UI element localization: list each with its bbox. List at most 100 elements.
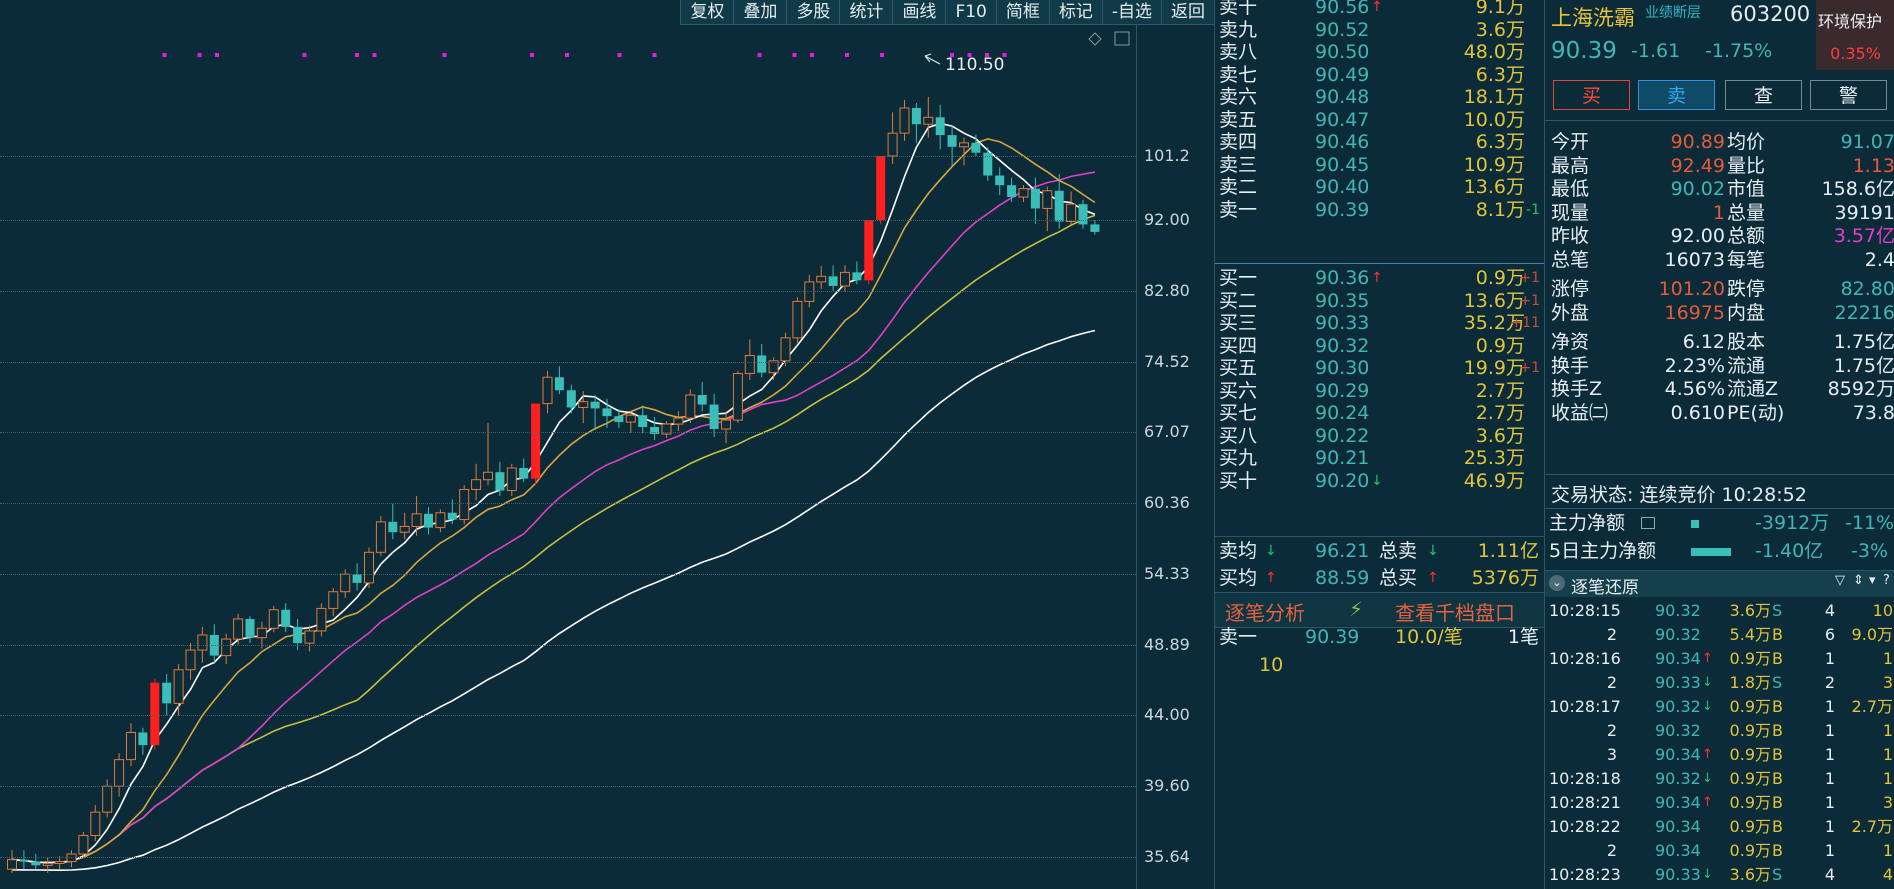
candle-body[interactable] bbox=[459, 488, 470, 521]
candle-body[interactable] bbox=[1078, 204, 1088, 225]
candle-body[interactable] bbox=[173, 669, 184, 704]
main-flow-row[interactable]: 主力净额 -3912万 -11% bbox=[1545, 509, 1894, 537]
toolbar-overlay-button[interactable]: 叠加 bbox=[733, 0, 787, 25]
toolbar-mark-button[interactable]: 标记 bbox=[1048, 0, 1102, 25]
kline-chart-area[interactable]: 101.2 92.00 82.80 74.52 67.07 60.36 54.33 48.89… bbox=[0, 0, 1214, 889]
tick-row[interactable]: 10:28:21 90.34 ↑ 0.9万 B 1 3 bbox=[1545, 791, 1894, 815]
tick-row[interactable]: 10:28:15 90.32 3.6万 S 4 10 bbox=[1545, 599, 1894, 623]
stock-tag[interactable]: 业绩断层 bbox=[1645, 2, 1701, 22]
candle-body[interactable] bbox=[542, 376, 553, 405]
candle-body[interactable] bbox=[424, 513, 433, 528]
candle-body[interactable] bbox=[42, 862, 53, 866]
settings-icon[interactable]: ▾ bbox=[1869, 573, 1876, 588]
candle-body[interactable] bbox=[625, 414, 636, 423]
candle-body[interactable] bbox=[1066, 203, 1077, 222]
candle-body[interactable] bbox=[90, 811, 101, 836]
tick-row[interactable]: 10:28:18 90.32 ↓ 0.9万 B 1 1 bbox=[1545, 767, 1894, 791]
candle-body[interactable] bbox=[399, 525, 410, 533]
tick-row[interactable]: 10:28:17 90.32 ↓ 0.9万 B 1 2.7万 bbox=[1545, 695, 1894, 719]
candle-body[interactable] bbox=[744, 354, 755, 375]
candle-body[interactable] bbox=[971, 142, 981, 153]
candle-body[interactable] bbox=[221, 638, 232, 657]
kline-chart[interactable] bbox=[0, 0, 1214, 889]
candle-body[interactable] bbox=[138, 732, 148, 746]
candle-body[interactable] bbox=[1007, 185, 1017, 198]
toolbar-f10-button[interactable]: F10 bbox=[945, 0, 996, 25]
toolbar-draw-line-button[interactable]: 画线 bbox=[892, 0, 946, 25]
candle-body[interactable] bbox=[54, 861, 65, 864]
depth-detail-qty[interactable]: 10 bbox=[1259, 651, 1283, 679]
sort-icon[interactable]: ⇕ bbox=[1853, 573, 1864, 588]
candle-body[interactable] bbox=[388, 521, 398, 533]
candle-body[interactable] bbox=[1042, 190, 1053, 209]
candle-body[interactable] bbox=[495, 472, 505, 491]
candle-body[interactable] bbox=[411, 513, 422, 527]
candle-body[interactable] bbox=[328, 591, 339, 609]
candle-body[interactable] bbox=[816, 275, 827, 283]
candle-body[interactable] bbox=[852, 272, 862, 281]
candle-body[interactable] bbox=[1018, 188, 1029, 198]
tick-row[interactable]: 10:28:16 90.34 ↑ 0.9万 B 1 1 bbox=[1545, 647, 1894, 671]
candle-body[interactable] bbox=[721, 419, 731, 430]
candle-body[interactable] bbox=[1030, 188, 1040, 209]
tick-row[interactable]: 10:28:22 90.34 0.9万 B 1 2.7万 bbox=[1545, 815, 1894, 839]
candle-body[interactable] bbox=[364, 551, 374, 584]
candle-body[interactable] bbox=[281, 609, 291, 627]
alert-button[interactable]: 警 bbox=[1810, 80, 1887, 110]
candle-body[interactable] bbox=[531, 403, 541, 479]
candle-body[interactable] bbox=[483, 471, 493, 481]
candle-body[interactable] bbox=[31, 861, 41, 866]
candle-body[interactable] bbox=[864, 220, 874, 281]
candle-body[interactable] bbox=[673, 417, 684, 425]
toolbar-back-button[interactable]: 返回 bbox=[1161, 0, 1214, 25]
candle-body[interactable] bbox=[757, 355, 767, 373]
candle-body[interactable] bbox=[602, 408, 612, 417]
candle-body[interactable] bbox=[316, 607, 327, 632]
candle-body[interactable] bbox=[114, 759, 125, 787]
candle-body[interactable] bbox=[506, 467, 517, 492]
candle-body[interactable] bbox=[780, 337, 791, 362]
list-icon[interactable] bbox=[1641, 517, 1655, 529]
candle-body[interactable] bbox=[197, 634, 208, 651]
candle-body[interactable] bbox=[911, 107, 921, 125]
candle-body[interactable] bbox=[162, 682, 172, 704]
candle-body[interactable] bbox=[256, 627, 267, 639]
candle-body[interactable] bbox=[828, 276, 838, 286]
tick-row[interactable]: 2 90.33 ↓ 1.8万 S 2 3 bbox=[1545, 671, 1894, 695]
query-button[interactable]: 查 bbox=[1725, 80, 1802, 110]
panel-toggle-icon[interactable] bbox=[1114, 31, 1130, 46]
candle-body[interactable] bbox=[840, 271, 850, 287]
tick-row[interactable]: 2 90.34 0.9万 B 1 1 bbox=[1545, 839, 1894, 863]
candle-body[interactable] bbox=[876, 156, 886, 221]
candle-body[interactable] bbox=[126, 731, 136, 761]
candle-body[interactable] bbox=[578, 401, 589, 408]
tick-analysis-button[interactable]: 逐笔分析 bbox=[1225, 597, 1305, 626]
candle-body[interactable] bbox=[519, 467, 529, 479]
toolbar-multi-stock-button[interactable]: 多股 bbox=[786, 0, 840, 25]
candle-body[interactable] bbox=[245, 618, 255, 638]
candle-body[interactable] bbox=[554, 377, 564, 391]
candle-body[interactable] bbox=[185, 649, 196, 671]
candle-body[interactable] bbox=[614, 416, 624, 423]
view-depth-button[interactable]: 查看千档盘口 bbox=[1395, 597, 1515, 626]
candle-body[interactable] bbox=[566, 390, 576, 408]
candle-body[interactable] bbox=[792, 300, 803, 339]
toolbar-statistics-button[interactable]: 统计 bbox=[839, 0, 893, 25]
candle-body[interactable] bbox=[947, 135, 957, 147]
tick-row[interactable]: 2 90.32 0.9万 B 1 1 bbox=[1545, 719, 1894, 743]
candle-body[interactable] bbox=[638, 415, 648, 428]
diamond-icon[interactable] bbox=[1088, 32, 1102, 46]
candle-body[interactable] bbox=[150, 682, 160, 746]
candle-body[interactable] bbox=[78, 834, 89, 855]
bid-level-row[interactable]: 买十 90.20 ↓ 46.9万 bbox=[1215, 468, 1545, 495]
candle-body[interactable] bbox=[471, 479, 482, 490]
ask-level-row[interactable]: 卖一 90.39 8.1万 -1 bbox=[1215, 197, 1545, 224]
candle-body[interactable] bbox=[293, 626, 303, 644]
candle-body[interactable] bbox=[447, 512, 457, 520]
filter-icon[interactable]: ▽ bbox=[1835, 573, 1845, 588]
candle-body[interactable] bbox=[375, 521, 386, 553]
collapse-icon[interactable]: ⌄ bbox=[1549, 575, 1565, 591]
buy-button[interactable]: 买 bbox=[1553, 80, 1630, 110]
candle-body[interactable] bbox=[899, 107, 910, 134]
candle-body[interactable] bbox=[1054, 190, 1064, 222]
